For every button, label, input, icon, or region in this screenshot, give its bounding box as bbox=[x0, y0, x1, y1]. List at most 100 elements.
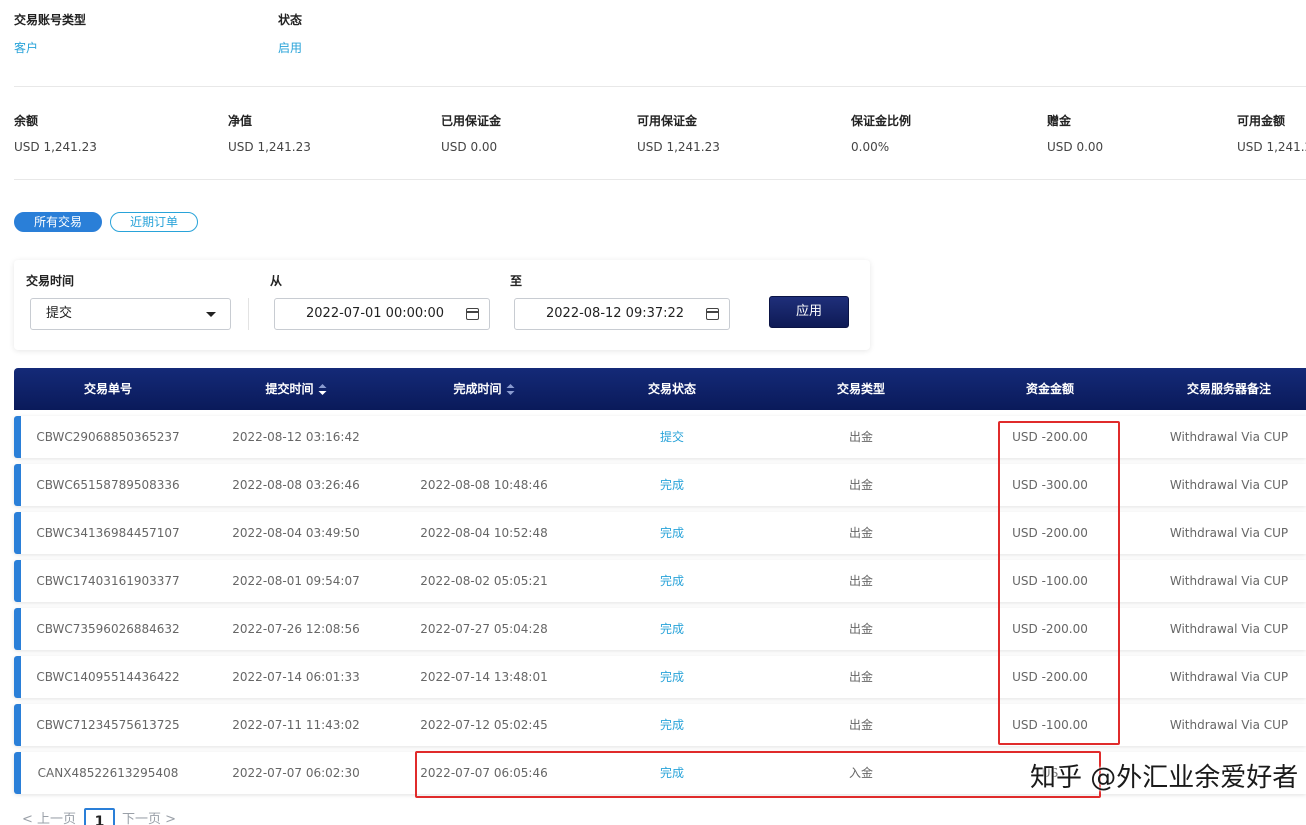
header-order-id: 交易单号 bbox=[83, 382, 133, 396]
cell-server-note: Withdrawal Via CUP bbox=[1169, 622, 1289, 636]
tab-all-transactions[interactable]: 所有交易 bbox=[14, 212, 102, 232]
watermark-text: 知乎 @外汇业余爱好者 bbox=[1030, 763, 1299, 793]
cell-type: 出金 bbox=[848, 574, 874, 588]
cell-type: 出金 bbox=[848, 430, 874, 444]
summary-used-margin-value: USD 0.00 bbox=[441, 140, 498, 154]
filter-panel: 交易时间 提交 从 2022-07-01 00:00:00 至 2022-08-… bbox=[14, 260, 870, 350]
highlight-box-deposit-row bbox=[415, 751, 1101, 798]
cell-status[interactable]: 完成 bbox=[660, 560, 684, 602]
summary-balance-value: USD 1,241.23 bbox=[14, 140, 97, 154]
caret-down-icon bbox=[206, 312, 216, 317]
cell-server-note: Withdrawal Via CUP bbox=[1169, 718, 1289, 732]
account-status-block: 状态 启用 bbox=[278, 11, 302, 56]
cell-type: 出金 bbox=[848, 622, 874, 636]
summary-used-margin: 已用保证金 USD 0.00 bbox=[441, 112, 501, 154]
header-type: 交易类型 bbox=[836, 382, 886, 396]
time-type-select[interactable]: 提交 bbox=[30, 298, 231, 330]
tab-recent-orders[interactable]: 近期订单 bbox=[110, 212, 198, 232]
cell-submit-time: 2022-08-04 03:49:50 bbox=[232, 526, 360, 540]
from-date-value: 2022-07-01 00:00:00 bbox=[306, 306, 445, 321]
cell-status[interactable]: 完成 bbox=[660, 656, 684, 698]
cell-order-id: CBWC17403161903377 bbox=[36, 574, 180, 588]
calendar-icon[interactable] bbox=[706, 308, 719, 320]
summary-available-label: 可用金额 bbox=[1237, 114, 1286, 128]
cell-server-note: Withdrawal Via CUP bbox=[1169, 574, 1289, 588]
account-status-value: 启用 bbox=[278, 41, 303, 55]
cell-server-note: Withdrawal Via CUP bbox=[1169, 478, 1289, 492]
account-type-label: 交易账号类型 bbox=[14, 13, 87, 27]
cell-complete-time: 2022-07-12 05:02:45 bbox=[420, 718, 548, 732]
row-accent-bar bbox=[14, 512, 21, 554]
divider-top bbox=[14, 86, 1306, 87]
page-number-current[interactable]: 1 bbox=[84, 808, 115, 825]
summary-free-margin-value: USD 1,241.23 bbox=[637, 140, 720, 154]
cell-type: 出金 bbox=[848, 478, 874, 492]
cell-type: 出金 bbox=[848, 718, 874, 732]
from-date-input[interactable]: 2022-07-01 00:00:00 bbox=[274, 298, 490, 330]
summary-margin-level-value: 0.00% bbox=[851, 140, 890, 154]
summary-used-margin-label: 已用保证金 bbox=[441, 114, 502, 128]
time-type-value: 提交 bbox=[46, 306, 73, 321]
cell-complete-time: 2022-07-27 05:04:28 bbox=[420, 622, 548, 636]
cell-submit-time: 2022-08-01 09:54:07 bbox=[232, 574, 360, 588]
cell-order-id: CANX48522613295408 bbox=[37, 766, 179, 780]
time-type-label: 交易时间 bbox=[26, 274, 75, 288]
highlight-box-amounts bbox=[998, 421, 1120, 745]
cell-server-note: Withdrawal Via CUP bbox=[1169, 526, 1289, 540]
to-date-input[interactable]: 2022-08-12 09:37:22 bbox=[514, 298, 730, 330]
summary-available-value: USD 1,241.23 bbox=[1237, 140, 1306, 154]
header-submit-time[interactable]: 提交时间 bbox=[265, 368, 327, 410]
summary-equity: 净值 USD 1,241.23 bbox=[228, 112, 311, 154]
cell-order-id: CBWC71234575613725 bbox=[36, 718, 180, 732]
row-accent-bar bbox=[14, 608, 21, 650]
from-label: 从 bbox=[270, 274, 283, 288]
summary-margin-level-label: 保证金比例 bbox=[851, 114, 912, 128]
header-status: 交易状态 bbox=[647, 382, 697, 396]
to-label: 至 bbox=[510, 274, 523, 288]
summary-margin-level: 保证金比例 0.00% bbox=[851, 112, 911, 154]
cell-order-id: CBWC14095514436422 bbox=[36, 670, 180, 684]
sort-icon[interactable] bbox=[318, 383, 327, 397]
apply-button[interactable]: 应用 bbox=[769, 296, 849, 328]
calendar-icon[interactable] bbox=[466, 308, 479, 320]
cell-order-id: CBWC34136984457107 bbox=[36, 526, 180, 540]
cell-order-id: CBWC29068850365237 bbox=[36, 430, 180, 444]
cell-submit-time: 2022-08-12 03:16:42 bbox=[232, 430, 360, 444]
row-accent-bar bbox=[14, 416, 21, 458]
summary-free-margin: 可用保证金 USD 1,241.23 bbox=[637, 112, 720, 154]
sort-icon[interactable] bbox=[506, 383, 515, 397]
next-page-button[interactable]: 下一页 > bbox=[122, 808, 176, 825]
summary-available: 可用金额 USD 1,241.23 bbox=[1237, 112, 1306, 154]
summary-balance-label: 余额 bbox=[14, 114, 39, 128]
cell-submit-time: 2022-07-07 06:02:30 bbox=[232, 766, 360, 780]
summary-free-margin-label: 可用保证金 bbox=[637, 114, 698, 128]
cell-complete-time: 2022-08-04 10:52:48 bbox=[420, 526, 548, 540]
summary-bonus-label: 赠金 bbox=[1047, 114, 1072, 128]
cell-submit-time: 2022-08-08 03:26:46 bbox=[232, 478, 360, 492]
cell-server-note: Withdrawal Via CUP bbox=[1169, 430, 1289, 444]
cell-status[interactable]: 完成 bbox=[660, 608, 684, 650]
account-type-value: 客户 bbox=[14, 41, 39, 55]
cell-complete-time: 2022-07-14 13:48:01 bbox=[420, 670, 548, 684]
header-complete-time[interactable]: 完成时间 bbox=[453, 368, 515, 410]
account-type-block: 交易账号类型 客户 bbox=[14, 11, 86, 56]
summary-bonus: 赠金 USD 0.00 bbox=[1047, 112, 1103, 154]
summary-equity-label: 净值 bbox=[228, 114, 253, 128]
table-header: 交易单号 提交时间 完成时间 交易状态 交易类型 资金金额 交易服务器备注 bbox=[14, 368, 1306, 410]
cell-submit-time: 2022-07-11 11:43:02 bbox=[232, 718, 360, 732]
row-accent-bar bbox=[14, 464, 21, 506]
cell-status[interactable]: 完成 bbox=[660, 704, 684, 746]
cell-status[interactable]: 提交 bbox=[660, 416, 684, 458]
cell-status[interactable]: 完成 bbox=[660, 464, 684, 506]
header-amount: 资金金额 bbox=[1025, 382, 1075, 396]
summary-equity-value: USD 1,241.23 bbox=[228, 140, 311, 154]
header-server-note: 交易服务器备注 bbox=[1186, 382, 1272, 396]
row-accent-bar bbox=[14, 560, 21, 602]
divider-middle bbox=[14, 179, 1306, 180]
summary-bonus-value: USD 0.00 bbox=[1047, 140, 1104, 154]
cell-complete-time: 2022-08-02 05:05:21 bbox=[420, 574, 548, 588]
prev-page-button[interactable]: < 上一页 bbox=[22, 808, 76, 825]
account-status-label: 状态 bbox=[278, 13, 303, 27]
row-accent-bar bbox=[14, 656, 21, 698]
cell-status[interactable]: 完成 bbox=[660, 512, 684, 554]
